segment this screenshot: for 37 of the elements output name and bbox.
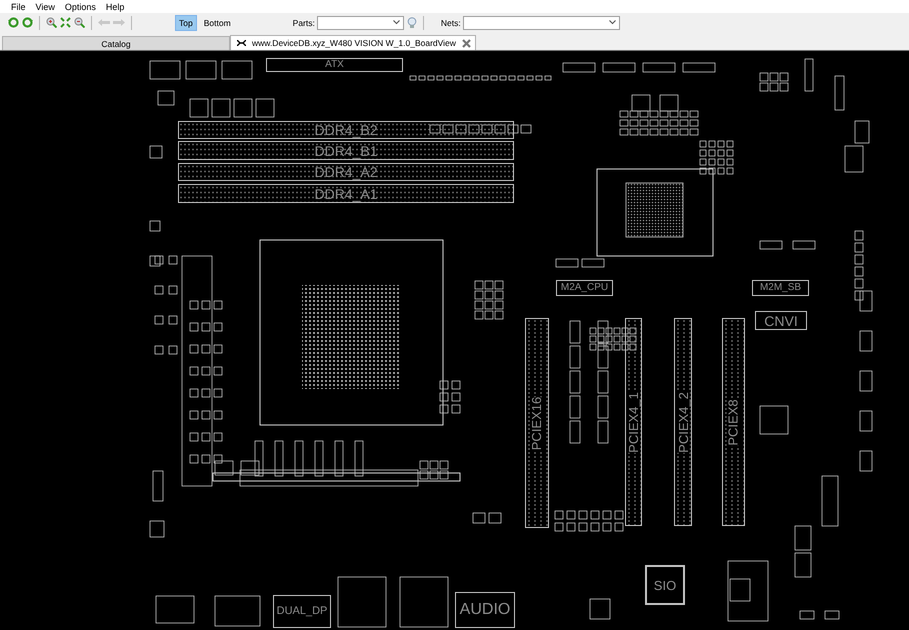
connector-outline: AUDIO: [455, 592, 515, 628]
menu-item[interactable]: File: [6, 2, 31, 12]
memory-slot: DDR4_B1: [178, 141, 514, 160]
menu-item[interactable]: Help: [100, 2, 130, 12]
connector-outline: ATX: [266, 58, 403, 72]
document-tab[interactable]: Catalog: [2, 36, 230, 50]
document-tab[interactable]: www.DeviceDB.xyz_W480 VISION W_1.0_BoardView: [230, 35, 476, 50]
slot-label: PCIEX4_1: [627, 392, 640, 452]
connector-outline: DUAL_DP: [273, 595, 331, 628]
lightbulb-icon[interactable]: [406, 16, 417, 28]
side-toggle[interactable]: Top: [175, 14, 197, 30]
chevron-down-icon: [392, 20, 400, 25]
close-icon[interactable]: [462, 38, 471, 48]
slot-label: PCIEX8: [727, 398, 740, 446]
nets-dropdown[interactable]: [462, 16, 620, 30]
zoom-in-icon[interactable]: [46, 17, 57, 28]
menu-item[interactable]: Options: [60, 2, 101, 12]
side-toggle[interactable]: Bottom: [200, 14, 235, 30]
slot-label: PCIEX4_2: [676, 392, 690, 452]
fit-view-icon[interactable]: [60, 17, 71, 28]
memory-slot: DDR4_A2: [178, 163, 514, 181]
menu-item[interactable]: View: [30, 2, 60, 12]
nets-label: Nets:: [440, 18, 461, 28]
pin-icon[interactable]: [237, 40, 246, 46]
chip-outline: SIO: [645, 565, 685, 605]
zoom-out-icon[interactable]: [74, 17, 85, 28]
chevron-down-icon: [608, 20, 616, 25]
parts-label: Parts:: [292, 18, 315, 28]
rotate-icon[interactable]: [8, 17, 19, 28]
m2-slot: M2A_CPU: [556, 280, 613, 296]
memory-slot: DDR4_A1: [178, 184, 514, 203]
memory-slot: DDR4_B2: [178, 121, 514, 139]
m2-slot: M2M_SB: [752, 280, 809, 296]
connector-outline: CNVI: [755, 311, 807, 330]
parts-dropdown[interactable]: [316, 16, 404, 30]
slot-label: PCIEX16: [530, 396, 544, 450]
rotate-icon[interactable]: [22, 17, 33, 28]
